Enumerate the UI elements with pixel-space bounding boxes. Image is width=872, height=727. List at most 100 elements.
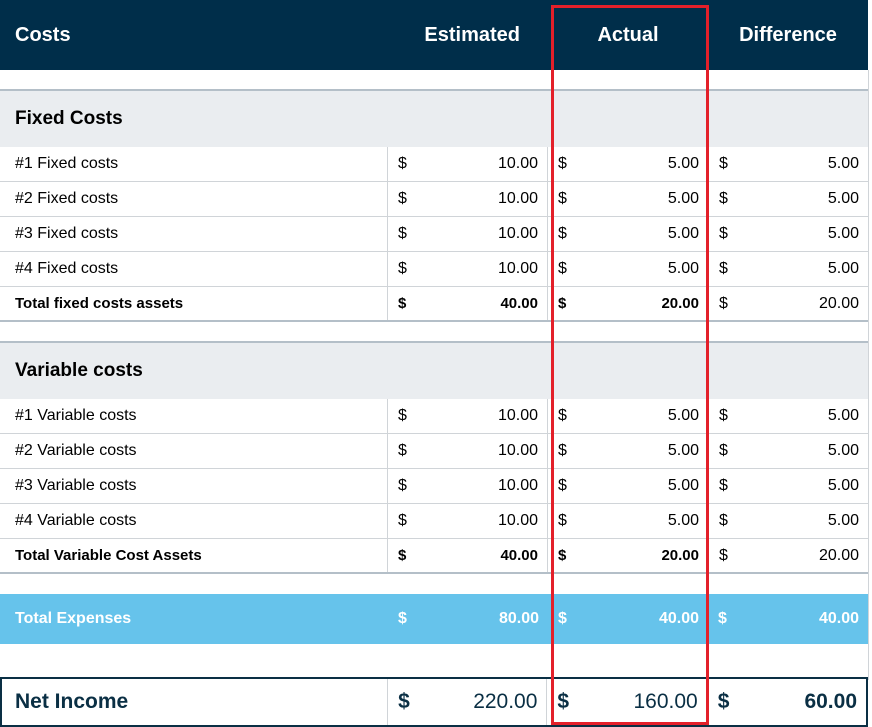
difference-value[interactable]: 5.00 — [828, 407, 859, 425]
currency-symbol: $ — [398, 407, 407, 424]
estimated-value[interactable]: 10.00 — [498, 155, 538, 173]
section-variable-costs: Variable costs — [0, 343, 868, 399]
currency-symbol: $ — [558, 155, 567, 172]
actual-value[interactable]: 5.00 — [668, 442, 699, 460]
section-title: Variable costs — [15, 360, 143, 381]
table-row: #3 Fixed costs $10.00 $5.00 $5.00 — [0, 217, 868, 252]
currency-symbol: $ — [558, 295, 567, 312]
header-difference: Difference — [739, 23, 837, 46]
estimated-value[interactable]: 220.00 — [473, 690, 537, 714]
actual-value[interactable]: 5.00 — [668, 225, 699, 243]
estimated-value[interactable]: 40.00 — [500, 295, 538, 312]
header-costs: Costs — [15, 23, 71, 46]
header-actual: Actual — [597, 23, 659, 46]
currency-symbol: $ — [719, 225, 728, 242]
estimated-value[interactable]: 10.00 — [498, 260, 538, 278]
table-row: #2 Fixed costs $10.00 $5.00 $5.00 — [0, 182, 868, 217]
spacer — [0, 70, 868, 91]
actual-value[interactable]: 5.00 — [668, 155, 699, 173]
total-expenses-row: Total Expenses $80.00 $40.00 $40.00 — [0, 594, 868, 644]
currency-symbol: $ — [398, 610, 407, 627]
actual-value[interactable]: 5.00 — [668, 477, 699, 495]
difference-value[interactable]: 40.00 — [819, 610, 859, 628]
currency-symbol: $ — [558, 225, 567, 242]
currency-symbol: $ — [719, 477, 728, 494]
difference-value[interactable]: 5.00 — [828, 155, 859, 173]
currency-symbol: $ — [558, 610, 567, 627]
actual-value[interactable]: 20.00 — [661, 295, 699, 312]
table-row: #1 Variable costs $10.00 $5.00 $5.00 — [0, 399, 868, 434]
total-row: Total Variable Cost Assets $40.00 $20.00 $2… — [0, 539, 868, 574]
currency-symbol: $ — [558, 190, 567, 207]
difference-value[interactable]: 5.00 — [828, 190, 859, 208]
currency-symbol: $ — [398, 295, 407, 312]
currency-symbol: $ — [719, 442, 728, 459]
actual-value[interactable]: 160.00 — [633, 690, 697, 714]
currency-symbol: $ — [718, 610, 727, 627]
difference-value[interactable]: 5.00 — [828, 260, 859, 278]
row-label: Net Income — [2, 679, 389, 725]
table-row: #3 Variable costs $10.00 $5.00 $5.00 — [0, 469, 868, 504]
currency-symbol: $ — [719, 546, 728, 564]
difference-value[interactable]: 5.00 — [828, 442, 859, 460]
row-label: #3 Variable costs — [0, 469, 388, 503]
actual-value[interactable]: 20.00 — [661, 547, 699, 564]
currency-symbol: $ — [719, 260, 728, 277]
currency-symbol: $ — [719, 407, 728, 424]
estimated-value[interactable]: 40.00 — [500, 547, 538, 564]
currency-symbol: $ — [717, 690, 730, 713]
currency-symbol: $ — [719, 294, 728, 312]
currency-symbol: $ — [398, 477, 407, 494]
currency-symbol: $ — [719, 155, 728, 172]
currency-symbol: $ — [398, 190, 407, 207]
section-fixed-costs: Fixed Costs — [0, 91, 868, 147]
currency-symbol: $ — [398, 155, 407, 172]
estimated-value[interactable]: 10.00 — [498, 225, 538, 243]
estimated-value[interactable]: 10.00 — [498, 442, 538, 460]
actual-value[interactable]: 40.00 — [659, 610, 699, 628]
currency-symbol: $ — [398, 690, 410, 713]
row-label: Total fixed costs assets — [0, 287, 388, 320]
difference-value[interactable]: 20.00 — [819, 547, 859, 565]
difference-value[interactable]: 60.00 — [804, 690, 857, 714]
table-header: Costs Estimated Actual Difference — [0, 0, 868, 70]
section-title: Fixed Costs — [15, 108, 123, 129]
table-right-border — [868, 70, 869, 680]
estimated-value[interactable]: 10.00 — [498, 407, 538, 425]
row-label: #1 Variable costs — [0, 399, 388, 433]
difference-value[interactable]: 5.00 — [828, 225, 859, 243]
net-income-row: Net Income $220.00 $160.00 $60.00 — [0, 677, 868, 727]
row-label: #4 Fixed costs — [0, 252, 388, 286]
currency-symbol: $ — [719, 190, 728, 207]
table-row: #1 Fixed costs $10.00 $5.00 $5.00 — [0, 147, 868, 182]
row-label: Total Variable Cost Assets — [0, 539, 388, 572]
currency-symbol: $ — [558, 260, 567, 277]
difference-value[interactable]: 20.00 — [819, 295, 859, 313]
estimated-value[interactable]: 10.00 — [498, 512, 538, 530]
actual-value[interactable]: 5.00 — [668, 190, 699, 208]
row-label: #2 Fixed costs — [0, 182, 388, 216]
header-estimated: Estimated — [424, 23, 520, 46]
estimated-value[interactable]: 80.00 — [499, 610, 539, 628]
actual-value[interactable]: 5.00 — [668, 260, 699, 278]
currency-symbol: $ — [719, 512, 728, 529]
actual-value[interactable]: 5.00 — [668, 407, 699, 425]
currency-symbol: $ — [398, 547, 407, 564]
row-label: #2 Variable costs — [0, 434, 388, 468]
currency-symbol: $ — [557, 690, 570, 713]
row-label: Total Expenses — [15, 610, 132, 627]
currency-symbol: $ — [398, 442, 407, 459]
table-row: #4 Variable costs $10.00 $5.00 $5.00 — [0, 504, 868, 539]
table-row: #4 Fixed costs $10.00 $5.00 $5.00 — [0, 252, 868, 287]
difference-value[interactable]: 5.00 — [828, 477, 859, 495]
estimated-value[interactable]: 10.00 — [498, 477, 538, 495]
currency-symbol: $ — [558, 407, 567, 424]
difference-value[interactable]: 5.00 — [828, 512, 859, 530]
row-label: #1 Fixed costs — [0, 147, 388, 181]
actual-value[interactable]: 5.00 — [668, 512, 699, 530]
currency-symbol: $ — [398, 225, 407, 242]
estimated-value[interactable]: 10.00 — [498, 190, 538, 208]
row-label: #3 Fixed costs — [0, 217, 388, 251]
table-row: #2 Variable costs $10.00 $5.00 $5.00 — [0, 434, 868, 469]
currency-symbol: $ — [558, 547, 567, 564]
